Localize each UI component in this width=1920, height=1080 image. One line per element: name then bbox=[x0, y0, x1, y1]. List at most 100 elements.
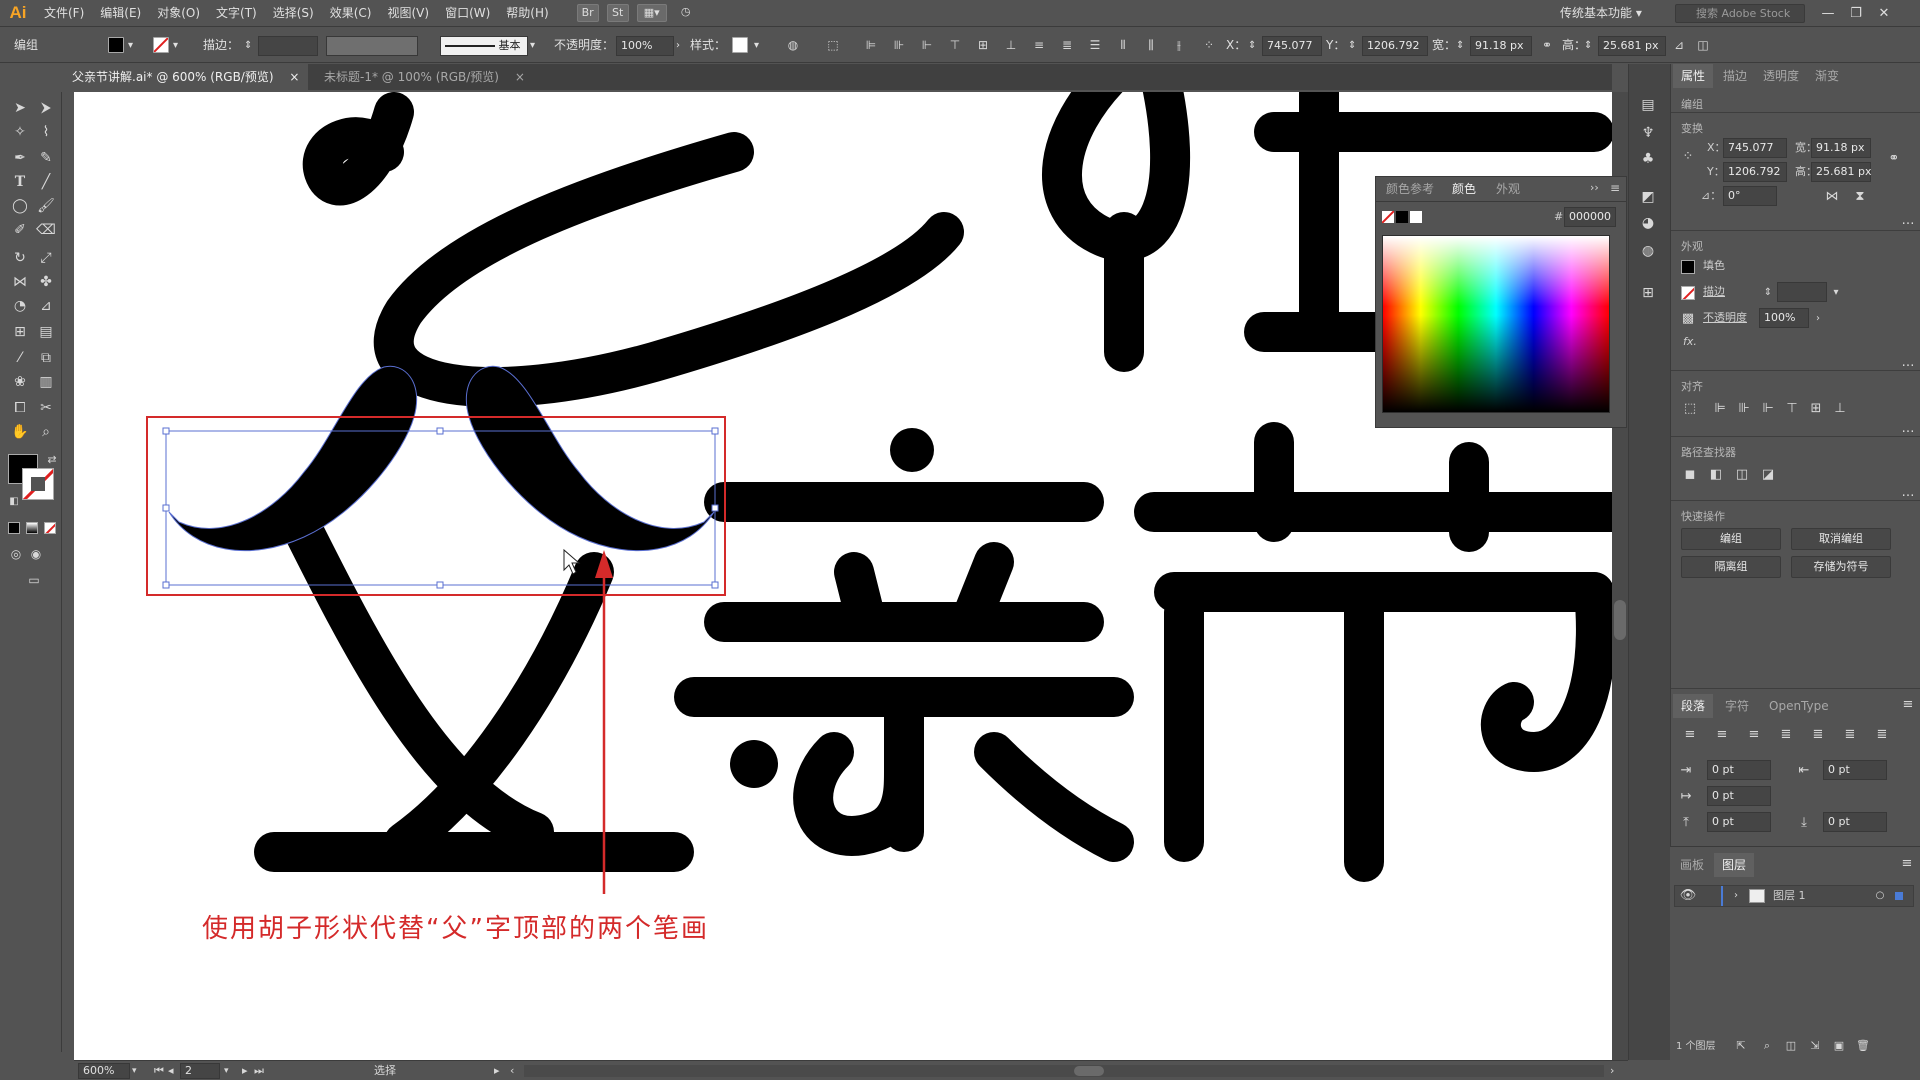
selection-bounding-box[interactable] bbox=[165, 430, 716, 586]
align-bottom-icon[interactable]: ⊥ bbox=[1002, 37, 1020, 53]
mesh-tool-icon[interactable]: ⊞ bbox=[8, 320, 32, 344]
layer-name[interactable]: 图层 1 bbox=[1773, 886, 1806, 906]
width-tool-icon[interactable]: ⋈ bbox=[8, 270, 32, 294]
workspace-switcher[interactable]: 传统基本功能 ▾ bbox=[1560, 0, 1642, 27]
prev-artboard-icon[interactable]: ◂ bbox=[168, 1061, 174, 1080]
justify-left-icon[interactable]: ≣ bbox=[1777, 726, 1795, 744]
fill-dropdown-icon[interactable]: ▾ bbox=[128, 28, 133, 63]
stroke-dropdown-icon[interactable]: ▾ bbox=[1827, 284, 1845, 302]
stock-search-input[interactable]: 搜索 Adobe Stock bbox=[1675, 4, 1805, 23]
handle-bottom-right[interactable] bbox=[711, 581, 719, 589]
distribute-vcenter-icon[interactable]: ≣ bbox=[1058, 37, 1076, 53]
align-vcenter-icon[interactable]: ⊞ bbox=[1807, 400, 1825, 418]
tab-opentype[interactable]: OpenType bbox=[1761, 694, 1837, 718]
stock-icon[interactable]: St bbox=[606, 4, 629, 22]
menu-window[interactable]: 窗口(W) bbox=[437, 0, 498, 27]
isolate-group-button[interactable]: 隔离组 bbox=[1681, 556, 1781, 578]
handle-mid-left[interactable] bbox=[162, 504, 170, 512]
recolor-artwork-icon[interactable]: ◍ bbox=[784, 37, 802, 53]
zoom-level-field[interactable]: 600% bbox=[78, 1063, 130, 1079]
graphic-style-swatch[interactable] bbox=[732, 37, 748, 53]
artboard-dropdown-icon[interactable]: ▾ bbox=[224, 1061, 229, 1080]
more-options-icon[interactable]: … bbox=[1899, 212, 1917, 230]
tab-properties[interactable]: 属性 bbox=[1673, 64, 1714, 88]
save-as-symbol-button[interactable]: 存储为符号 bbox=[1791, 556, 1891, 578]
stroke-stepper-icon[interactable]: ⇕ bbox=[1759, 284, 1777, 302]
align-bottom-icon[interactable]: ⊥ bbox=[1831, 400, 1849, 418]
handle-top-mid[interactable] bbox=[436, 427, 444, 435]
align-text-right-icon[interactable]: ≡ bbox=[1745, 726, 1763, 744]
hex-field[interactable]: 000000 bbox=[1564, 207, 1616, 227]
blend-tool-icon[interactable]: ⧉ bbox=[34, 346, 58, 370]
align-right-icon[interactable]: ⊩ bbox=[918, 37, 936, 53]
style-dropdown-icon[interactable]: ▾ bbox=[754, 28, 759, 63]
constrain-proportions-icon[interactable]: ⚭ bbox=[1538, 37, 1556, 53]
graph-tool-icon[interactable]: ▥ bbox=[34, 370, 58, 394]
tab-color[interactable]: 颜色 bbox=[1446, 177, 1482, 201]
panel-menu-icon[interactable]: ≡ bbox=[1898, 855, 1916, 873]
menu-edit[interactable]: 编辑(E) bbox=[92, 0, 149, 27]
align-left-icon[interactable]: ⊫ bbox=[1711, 400, 1729, 418]
align-to-selection-icon[interactable]: ⬚ bbox=[824, 37, 842, 53]
magic-wand-tool-icon[interactable]: ✧ bbox=[8, 120, 32, 144]
appearance-icon[interactable]: ◕ bbox=[1637, 212, 1659, 234]
align-vcenter-icon[interactable]: ⊞ bbox=[974, 37, 992, 53]
transparency-icon[interactable]: ◍ bbox=[1637, 240, 1659, 262]
height-stepper-icon[interactable]: ⇕ bbox=[1584, 28, 1592, 63]
opacity-field[interactable]: 100% bbox=[1759, 308, 1809, 328]
black-swatch[interactable] bbox=[1396, 211, 1408, 223]
gradient-mode-icon[interactable] bbox=[26, 522, 38, 534]
none-mode-icon[interactable] bbox=[44, 522, 56, 534]
constrain-proportions-icon[interactable]: ⚭ bbox=[1885, 150, 1903, 168]
default-colors-icon[interactable]: ◧ bbox=[2, 490, 26, 514]
ungroup-button[interactable]: 取消编组 bbox=[1791, 528, 1891, 550]
space-before-field[interactable]: 0 pt bbox=[1707, 812, 1771, 832]
eyedropper-tool-icon[interactable]: ⁄ bbox=[8, 346, 32, 370]
hscroll-right-icon[interactable]: › bbox=[1610, 1061, 1614, 1080]
height-field[interactable]: 25.681 px bbox=[1598, 36, 1666, 56]
menu-select[interactable]: 选择(S) bbox=[265, 0, 322, 27]
opacity-arrow-icon[interactable]: › bbox=[676, 28, 680, 63]
handle-top-right[interactable] bbox=[711, 427, 719, 435]
stroke-weight-field[interactable] bbox=[258, 36, 318, 56]
tab-appearance[interactable]: 外观 bbox=[1490, 177, 1526, 201]
distribute-top-icon[interactable]: ≡ bbox=[1030, 37, 1048, 53]
new-layer-icon[interactable]: ▣ bbox=[1830, 1037, 1848, 1055]
space-after-field[interactable]: 0 pt bbox=[1823, 812, 1887, 832]
libraries-icon[interactable]: ▤ bbox=[1637, 94, 1659, 116]
align-right-icon[interactable]: ⊩ bbox=[1759, 400, 1777, 418]
target-circle-icon[interactable]: ○ bbox=[1871, 887, 1889, 905]
isolate-icon[interactable]: ◫ bbox=[1694, 37, 1712, 53]
distribute-bottom-icon[interactable]: ☰ bbox=[1086, 37, 1104, 53]
perspective-grid-tool-icon[interactable]: ⊿ bbox=[34, 294, 58, 318]
vertical-scrollbar-thumb[interactable] bbox=[1614, 600, 1626, 640]
distribute-left-icon[interactable]: ⫴ bbox=[1114, 37, 1132, 53]
zoom-tool-icon[interactable]: ⌕ bbox=[34, 420, 58, 444]
tab-close-icon[interactable]: × bbox=[515, 70, 525, 84]
new-sublayer-icon[interactable]: ⇲ bbox=[1806, 1037, 1824, 1055]
fx-button[interactable]: fx. bbox=[1683, 332, 1697, 352]
tab-paragraph[interactable]: 段落 bbox=[1673, 694, 1714, 718]
draw-behind-icon[interactable]: ◉ bbox=[24, 542, 48, 566]
shape-builder-tool-icon[interactable]: ◔ bbox=[8, 294, 32, 318]
puppet-warp-tool-icon[interactable]: ✤ bbox=[34, 270, 58, 294]
exclude-icon[interactable]: ◪ bbox=[1759, 466, 1777, 484]
handle-mid-right[interactable] bbox=[711, 504, 719, 512]
align-hcenter-icon[interactable]: ⊪ bbox=[1735, 400, 1753, 418]
menu-type[interactable]: 文字(T) bbox=[208, 0, 265, 27]
reference-point-icon[interactable]: ⁘ bbox=[1679, 148, 1697, 166]
selection-indicator[interactable] bbox=[1895, 892, 1903, 900]
rotate-tool-icon[interactable]: ↻ bbox=[8, 246, 32, 270]
hand-tool-icon[interactable]: ✋ bbox=[8, 420, 32, 444]
width-field[interactable]: 91.18 px bbox=[1470, 36, 1532, 56]
distribute-right-icon[interactable]: ⫲ bbox=[1170, 37, 1188, 53]
selection-tool-icon[interactable]: ➤ bbox=[8, 96, 32, 120]
reference-point-icon[interactable]: ⁘ bbox=[1200, 37, 1218, 53]
none-swatch[interactable] bbox=[1382, 211, 1394, 223]
align-left-icon[interactable]: ⊫ bbox=[862, 37, 880, 53]
tab-transparency[interactable]: 透明度 bbox=[1755, 64, 1807, 88]
gpu-performance-icon[interactable]: ◷ bbox=[675, 4, 697, 22]
export-icon[interactable]: ⇱ bbox=[1732, 1037, 1750, 1055]
handle-top-left[interactable] bbox=[162, 427, 170, 435]
flip-horizontal-icon[interactable]: ⋈ bbox=[1823, 188, 1841, 206]
